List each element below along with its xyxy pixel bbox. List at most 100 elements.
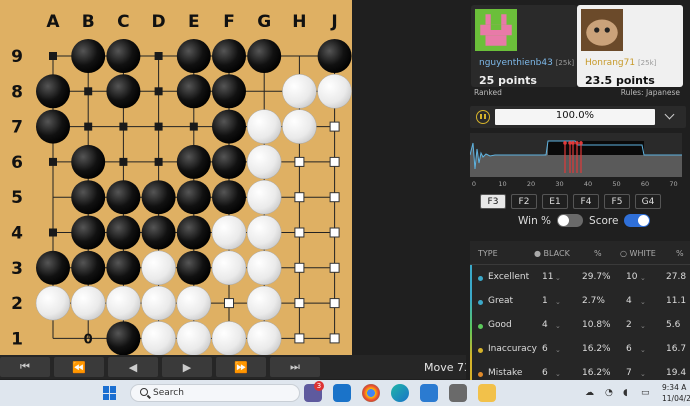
chevron-down-icon[interactable]: ⌄ [555, 322, 561, 330]
white-stone[interactable] [246, 109, 282, 144]
white-stone[interactable] [246, 215, 282, 250]
taskbar-search[interactable]: Search [130, 384, 300, 402]
variation-key-f3[interactable]: F3 [480, 194, 506, 209]
black-stone[interactable] [36, 109, 70, 144]
table-row[interactable]: Excellent 11 ⌄ 29.7% 10 ⌄ 27.8 [470, 267, 690, 291]
black-stone[interactable] [141, 180, 176, 215]
variation-key-f4[interactable]: F4 [573, 194, 599, 209]
black-stone[interactable] [106, 39, 141, 73]
black-stone[interactable] [212, 39, 246, 73]
white-stone[interactable] [141, 250, 176, 286]
black-stone[interactable] [317, 39, 352, 73]
white-stone[interactable] [246, 144, 282, 180]
black-player-card[interactable]: nguyenthienb43 [25k] 25 points [471, 5, 577, 87]
variation-key-e1[interactable]: E1 [542, 194, 568, 209]
forward-ten-button[interactable]: ⏩ [216, 357, 266, 377]
black-stone[interactable] [176, 250, 211, 285]
white-stone[interactable] [106, 285, 141, 321]
chevron-down-icon[interactable]: ⌄ [640, 322, 646, 330]
black-stone[interactable] [106, 180, 141, 215]
expand-dropdown-button[interactable] [656, 107, 684, 127]
go-board[interactable]: A B C D E F G H J 9 8 7 6 5 4 3 2 1 0 [0, 0, 352, 355]
previous-move-button[interactable]: ◀ [108, 357, 158, 377]
white-player-card[interactable]: Honrang71 [25k] 23.5 points [577, 5, 683, 87]
chevron-down-icon[interactable]: ⌄ [555, 370, 561, 378]
outlook-app-icon[interactable] [333, 384, 351, 402]
table-row[interactable]: Mistake 6 ⌄ 16.2% 7 ⌄ 19.4 [470, 363, 690, 380]
white-stone[interactable] [141, 285, 176, 321]
black-stone[interactable] [247, 39, 282, 73]
table-row[interactable]: Good 4 ⌄ 10.8% 2 ⌄ 5.6 [470, 315, 690, 339]
white-stone[interactable] [282, 74, 317, 109]
variation-key-f2[interactable]: F2 [511, 194, 537, 209]
black-stone[interactable] [212, 180, 246, 215]
white-player-name[interactable]: Honrang71 [585, 58, 635, 68]
black-stone[interactable] [212, 144, 246, 179]
black-stone[interactable] [71, 180, 106, 215]
white-stone[interactable] [246, 250, 282, 286]
cloud-icon[interactable]: ☁ [585, 388, 594, 398]
white-stone[interactable] [176, 285, 212, 321]
white-stone[interactable] [246, 285, 282, 321]
score-graph[interactable]: 0 10 20 30 40 50 60 70 [470, 133, 682, 189]
black-stone[interactable] [71, 144, 106, 179]
white-stone[interactable] [246, 179, 282, 215]
chevron-down-icon[interactable]: ⌄ [640, 274, 646, 282]
board-canvas[interactable]: A B C D E F G H J 9 8 7 6 5 4 3 2 1 0 [0, 0, 352, 355]
chevron-down-icon[interactable]: ⌄ [640, 346, 646, 354]
black-stone[interactable] [106, 215, 141, 250]
black-player-name[interactable]: nguyenthienb43 [479, 58, 553, 68]
white-stone[interactable] [246, 321, 282, 355]
windows-start-icon[interactable] [103, 386, 117, 400]
black-stone[interactable] [212, 74, 246, 109]
table-row[interactable]: Inaccuracy 6 ⌄ 16.2% 6 ⌄ 16.7 [470, 339, 690, 363]
chevron-down-icon[interactable]: ⌄ [555, 274, 561, 282]
edge-app-icon[interactable] [391, 384, 409, 402]
table-row[interactable]: Great 1 ⌄ 2.7% 4 ⌄ 11.1 [470, 291, 690, 315]
white-stone[interactable] [211, 321, 247, 355]
black-stone[interactable] [212, 109, 246, 144]
wifi-icon[interactable]: ◔ [605, 388, 613, 398]
chevron-down-icon[interactable]: ⌄ [640, 298, 646, 306]
white-stone[interactable] [211, 250, 247, 286]
white-stone[interactable] [70, 285, 106, 321]
next-move-button[interactable]: ▶ [162, 357, 212, 377]
file-explorer-icon[interactable] [478, 384, 496, 402]
black-stone[interactable] [71, 215, 106, 250]
black-stone[interactable] [71, 39, 106, 73]
variation-key-f5[interactable]: F5 [604, 194, 630, 209]
teams-app-icon[interactable]: 3 [304, 381, 324, 402]
variation-key-g4[interactable]: G4 [635, 194, 661, 209]
chrome-app-icon[interactable] [362, 384, 380, 402]
black-stone[interactable] [71, 250, 106, 285]
black-stone[interactable] [106, 321, 141, 355]
white-stone[interactable] [211, 215, 247, 250]
white-stone[interactable] [317, 74, 352, 109]
black-stone[interactable] [141, 215, 176, 250]
white-player-name-row[interactable]: Honrang71 [25k] [585, 58, 656, 68]
clock[interactable]: 9:34 A 11/04/20 [662, 382, 690, 404]
first-move-button[interactable]: ⏮ [0, 357, 50, 377]
mail-app-icon[interactable] [420, 384, 438, 402]
back-ten-button[interactable]: ⏪ [54, 357, 104, 377]
white-stone[interactable] [35, 285, 71, 321]
last-move-button[interactable]: ⏭ [270, 357, 320, 377]
battery-icon[interactable]: ▭ [641, 388, 650, 398]
black-stone[interactable] [106, 250, 141, 285]
white-stone[interactable] [176, 321, 212, 355]
black-stone[interactable] [36, 74, 70, 109]
black-stone[interactable] [36, 250, 70, 285]
app-icon[interactable] [449, 384, 467, 402]
white-stone[interactable] [141, 321, 176, 355]
black-player-name-row[interactable]: nguyenthienb43 [25k] [479, 58, 574, 68]
volume-icon[interactable]: ◖ [623, 388, 628, 398]
pause-icon[interactable] [476, 110, 490, 124]
black-stone[interactable] [176, 144, 211, 179]
black-stone[interactable] [176, 39, 211, 73]
chevron-down-icon[interactable]: ⌄ [640, 370, 646, 378]
black-stone[interactable] [176, 215, 211, 250]
white-stone[interactable] [282, 109, 317, 144]
win-percent-toggle[interactable] [557, 214, 584, 227]
score-toggle[interactable] [624, 214, 651, 227]
black-stone[interactable] [176, 180, 211, 215]
